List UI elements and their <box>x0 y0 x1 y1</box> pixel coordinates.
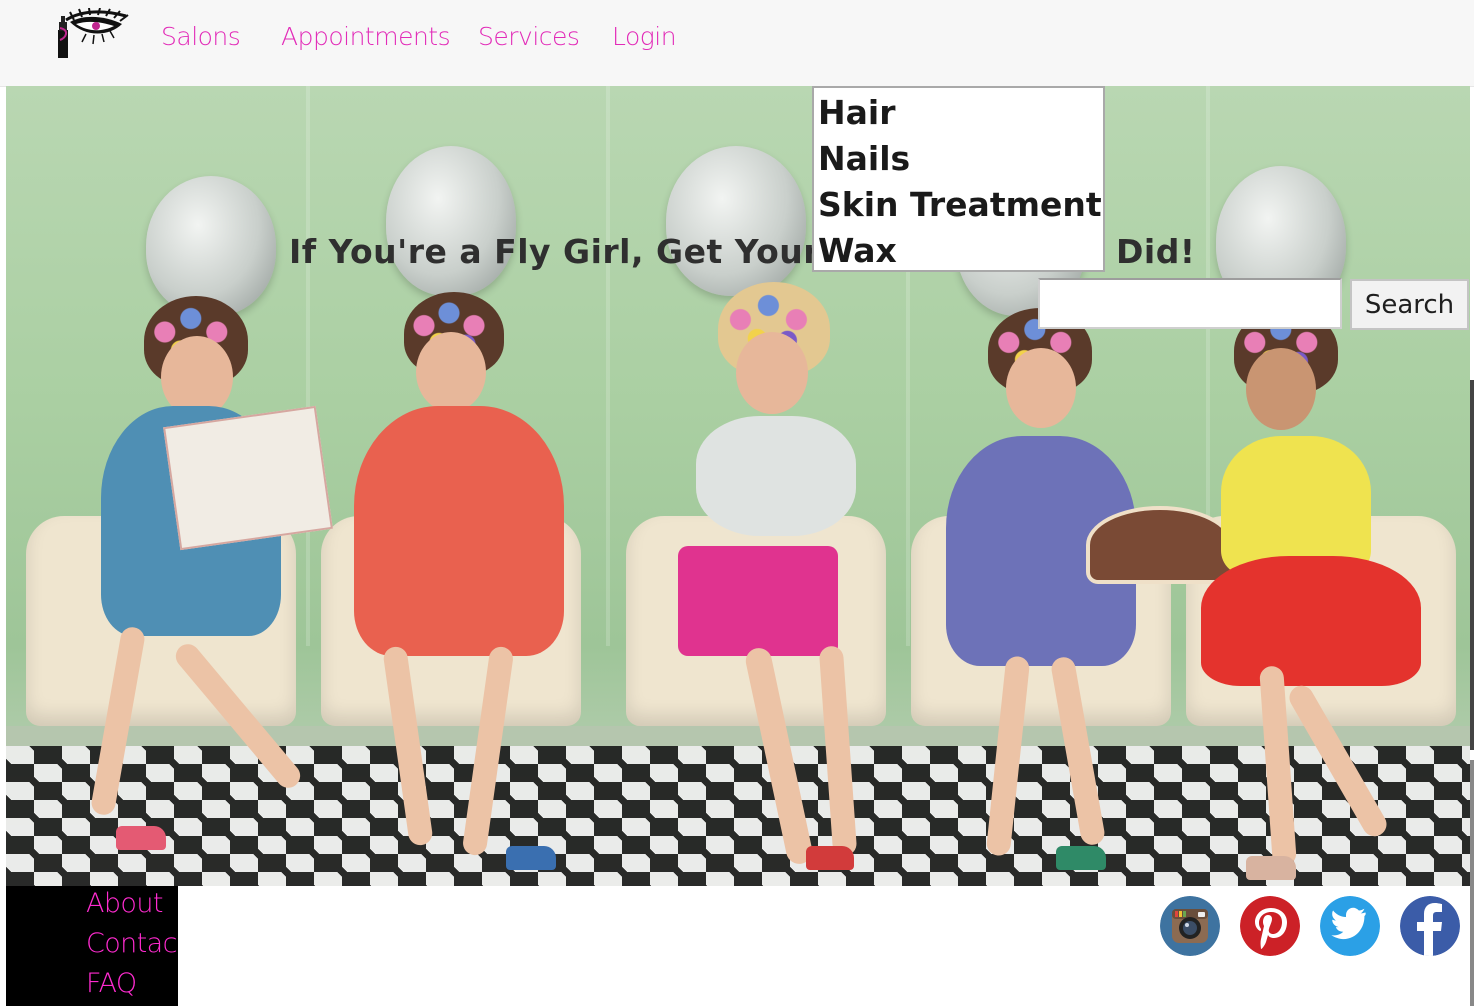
face <box>736 332 808 414</box>
shoe <box>806 846 854 870</box>
nav-link-appointments[interactable]: Appointments <box>281 22 451 51</box>
hero-tagline-suffix: Did! <box>1116 232 1196 271</box>
hair-dryer-hood <box>386 146 516 296</box>
pinterest-icon[interactable] <box>1240 896 1300 956</box>
wall-panel-line <box>306 86 310 646</box>
footer-link-about[interactable]: About <box>86 888 163 919</box>
service-option-hair[interactable]: Hair <box>818 90 1103 136</box>
hair-dryer-hood <box>666 146 806 296</box>
shoe <box>1056 846 1106 870</box>
face <box>1246 348 1316 430</box>
shoe <box>506 846 556 870</box>
shoe <box>116 826 166 850</box>
nav-link-salons[interactable]: Salons <box>161 22 241 51</box>
wall-panel-line <box>606 86 610 646</box>
service-option-skin-treatment[interactable]: Skin Treatment <box>818 182 1103 228</box>
skirt-red <box>1201 556 1421 686</box>
magazine <box>163 405 333 551</box>
service-option-wax[interactable]: Wax <box>818 228 1103 274</box>
service-option-nails[interactable]: Nails <box>818 136 1103 182</box>
footer-link-faq[interactable]: FAQ <box>86 968 137 999</box>
facebook-icon[interactable] <box>1400 896 1460 956</box>
nav-link-login[interactable]: Login <box>612 22 677 51</box>
scrollbar-track-lower[interactable] <box>1470 760 1474 1006</box>
top-navbar: Salons Appointments Services Login <box>0 0 1474 87</box>
chocolate-box <box>1086 506 1234 584</box>
top-floral <box>696 416 856 536</box>
footer-link-contact[interactable]: Contact <box>86 928 178 959</box>
lash-and-mascara-logo-icon[interactable] <box>56 8 130 60</box>
hero-tagline-prefix: If You're a Fly Girl, Get Your <box>289 232 821 271</box>
hero-salon-photo: If You're a Fly Girl, Get Your Did! <box>6 86 1470 886</box>
face <box>416 332 486 412</box>
footer-links-panel: About Contact FAQ <box>6 886 178 1006</box>
service-type-listbox[interactable]: Hair Nails Skin Treatment Wax <box>812 86 1105 272</box>
dress-red <box>354 406 564 656</box>
skirt-pink <box>678 546 838 656</box>
scrollbar-track[interactable] <box>1470 380 1474 750</box>
twitter-icon[interactable] <box>1320 896 1380 956</box>
instagram-icon[interactable] <box>1160 896 1220 956</box>
wall-baseboard <box>6 726 1470 748</box>
face <box>1006 348 1076 428</box>
top-yellow <box>1221 436 1371 576</box>
search-input[interactable] <box>1038 278 1342 329</box>
nav-link-services[interactable]: Services <box>478 22 580 51</box>
hair-dryer-hood <box>146 176 276 316</box>
search-button[interactable]: Search <box>1350 279 1469 330</box>
shoe <box>1246 856 1296 880</box>
